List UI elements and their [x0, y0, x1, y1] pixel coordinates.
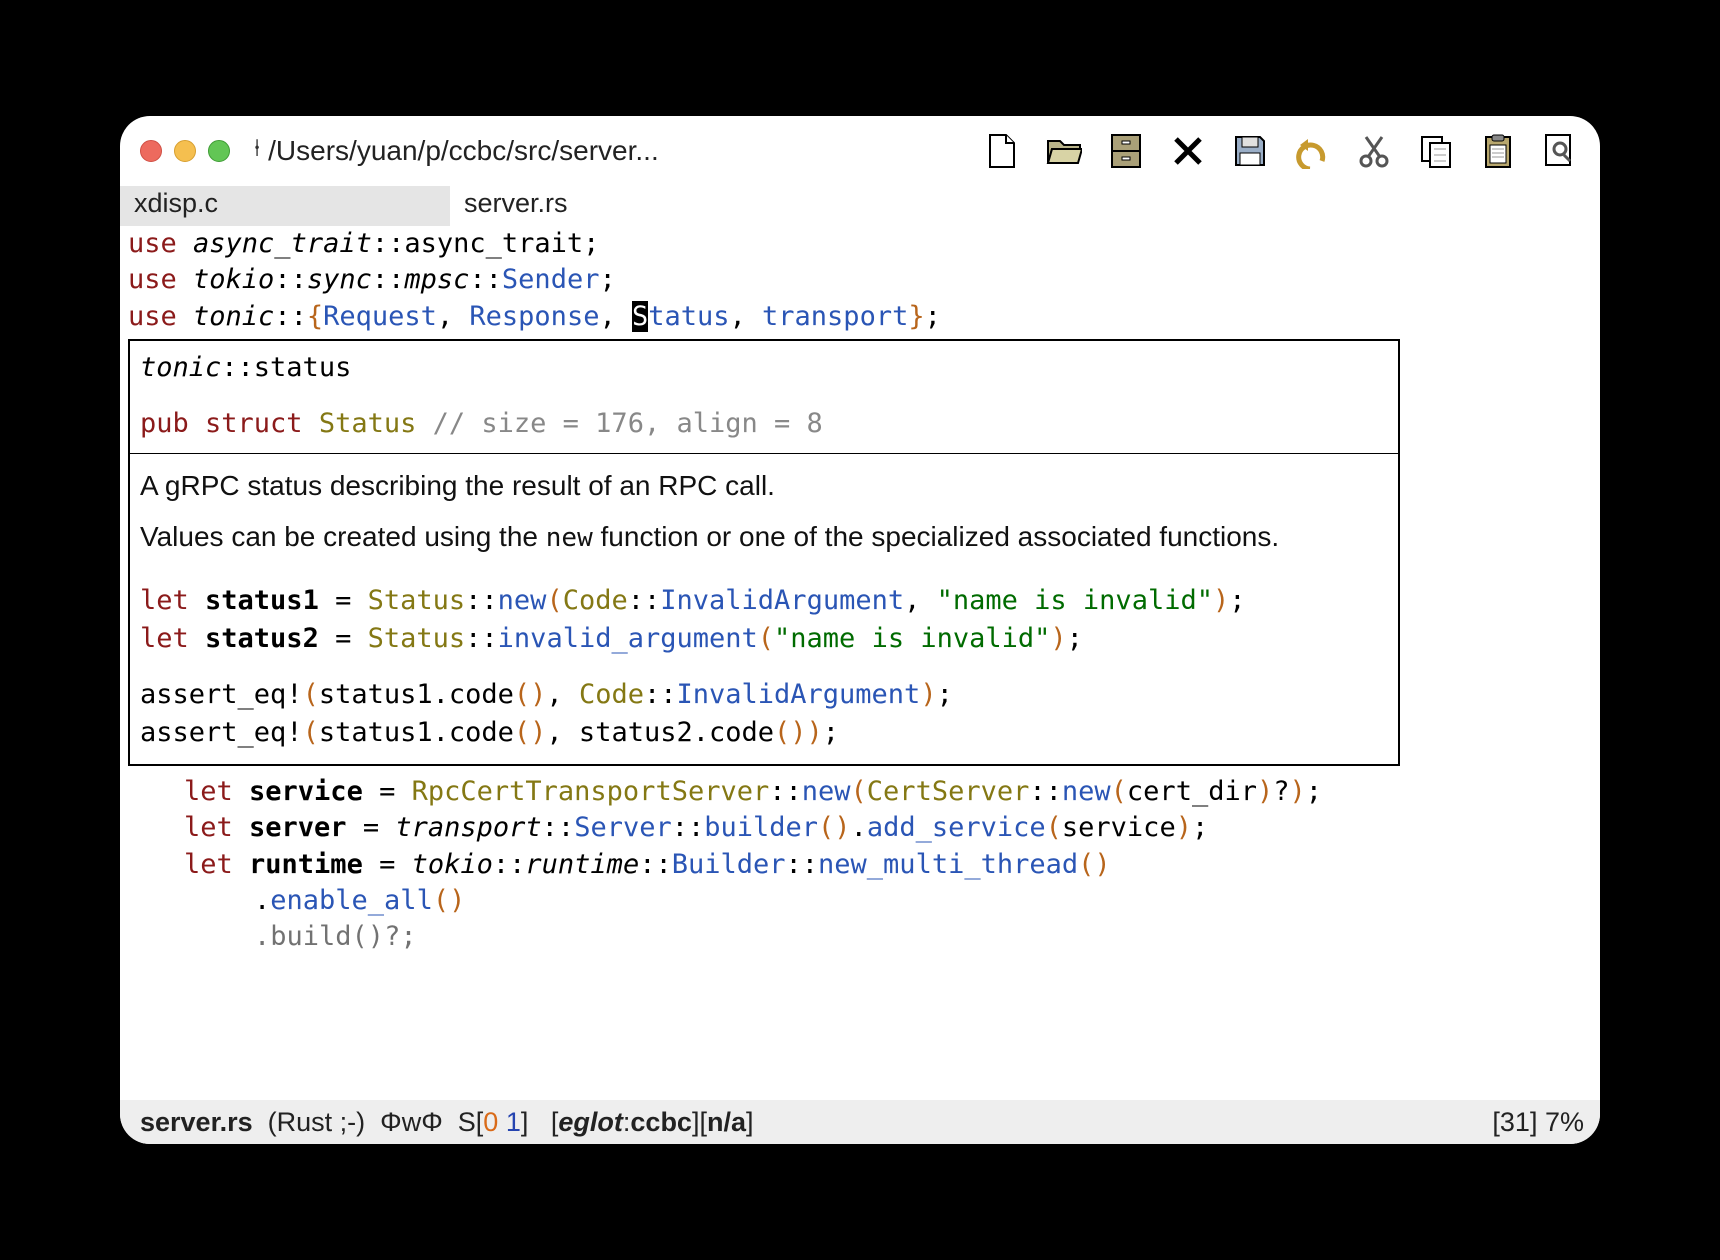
tab-bar: xdisp.c server.rs — [120, 186, 1600, 226]
cursor: S — [632, 301, 648, 332]
emacs-window: ⍿ /Users/yuan/p/ccbc/src/server... — [120, 116, 1600, 1144]
traffic-lights — [140, 140, 230, 162]
doc-signature: pub struct Status // size = 176, align =… — [140, 405, 1388, 443]
modeline: server.rs (Rust ;-) ΦwΦ S[0 1] [eglot:cc… — [120, 1100, 1600, 1144]
zoom-icon[interactable] — [208, 140, 230, 162]
code-line: .enable_all() — [184, 883, 1600, 919]
toolbar — [982, 131, 1580, 171]
doc-text: Values can be created using the new func… — [140, 517, 1388, 556]
code-line: .build()?; — [184, 919, 1600, 955]
doc-example: assert_eq!(status1.code(), Code::Invalid… — [140, 676, 1388, 714]
code-line: let service = RpcCertTransportServer::ne… — [184, 774, 1600, 810]
tab-server[interactable]: server.rs — [450, 186, 582, 226]
doc-text: A gRPC status describing the result of a… — [140, 466, 1388, 505]
new-file-icon[interactable] — [982, 131, 1022, 171]
code-below: let service = RpcCertTransportServer::ne… — [128, 774, 1600, 956]
modeline-status: ΦwΦ — [380, 1107, 443, 1138]
modeline-na: [n/a] — [699, 1107, 753, 1138]
modeline-file: server.rs — [140, 1107, 253, 1138]
editor-area[interactable]: use async_trait::async_trait; use tokio:… — [120, 226, 1600, 1100]
doc-example: let status1 = Status::new(Code::InvalidA… — [140, 582, 1388, 620]
undo-icon[interactable] — [1292, 131, 1332, 171]
tab-xdisp[interactable]: xdisp.c — [120, 186, 450, 226]
save-icon[interactable] — [1230, 131, 1270, 171]
tab-label: xdisp.c — [134, 188, 218, 218]
modeline-eglot: [eglot:ccbc] — [551, 1107, 700, 1138]
titlebar: ⍿ /Users/yuan/p/ccbc/src/server... — [120, 116, 1600, 186]
open-folder-icon[interactable] — [1044, 131, 1084, 171]
doc-example: let status2 = Status::invalid_argument("… — [140, 620, 1388, 658]
hover-doc-popup: tonic::status pub struct Status // size … — [128, 339, 1400, 765]
tab-label: server.rs — [464, 188, 568, 218]
doc-example: assert_eq!(status1.code(), status2.code(… — [140, 714, 1388, 752]
find-icon[interactable] — [1540, 131, 1580, 171]
paste-icon[interactable] — [1478, 131, 1518, 171]
minimize-icon[interactable] — [174, 140, 196, 162]
cut-icon[interactable] — [1354, 131, 1394, 171]
doc-path: tonic::status — [140, 349, 1388, 387]
code-line: use tonic::{Request, Response, Status, t… — [128, 299, 1600, 335]
copy-icon[interactable] — [1416, 131, 1456, 171]
drawer-icon[interactable] — [1106, 131, 1146, 171]
code-line: let runtime = tokio::runtime::Builder::n… — [184, 847, 1600, 883]
window-title: /Users/yuan/p/ccbc/src/server... — [268, 135, 659, 167]
vc-icon: ⍿ — [254, 135, 260, 163]
close-x-icon[interactable] — [1168, 131, 1208, 171]
modeline-pos: [31] 7% — [1492, 1107, 1584, 1138]
modeline-diag: S[0 1] — [458, 1107, 529, 1138]
modeline-mode: (Rust ;-) — [268, 1107, 366, 1138]
close-icon[interactable] — [140, 140, 162, 162]
code-line: use tokio::sync::mpsc::Sender; — [128, 262, 1600, 298]
code-line: use async_trait::async_trait; — [128, 226, 1600, 262]
code-line: let server = transport::Server::builder(… — [184, 810, 1600, 846]
